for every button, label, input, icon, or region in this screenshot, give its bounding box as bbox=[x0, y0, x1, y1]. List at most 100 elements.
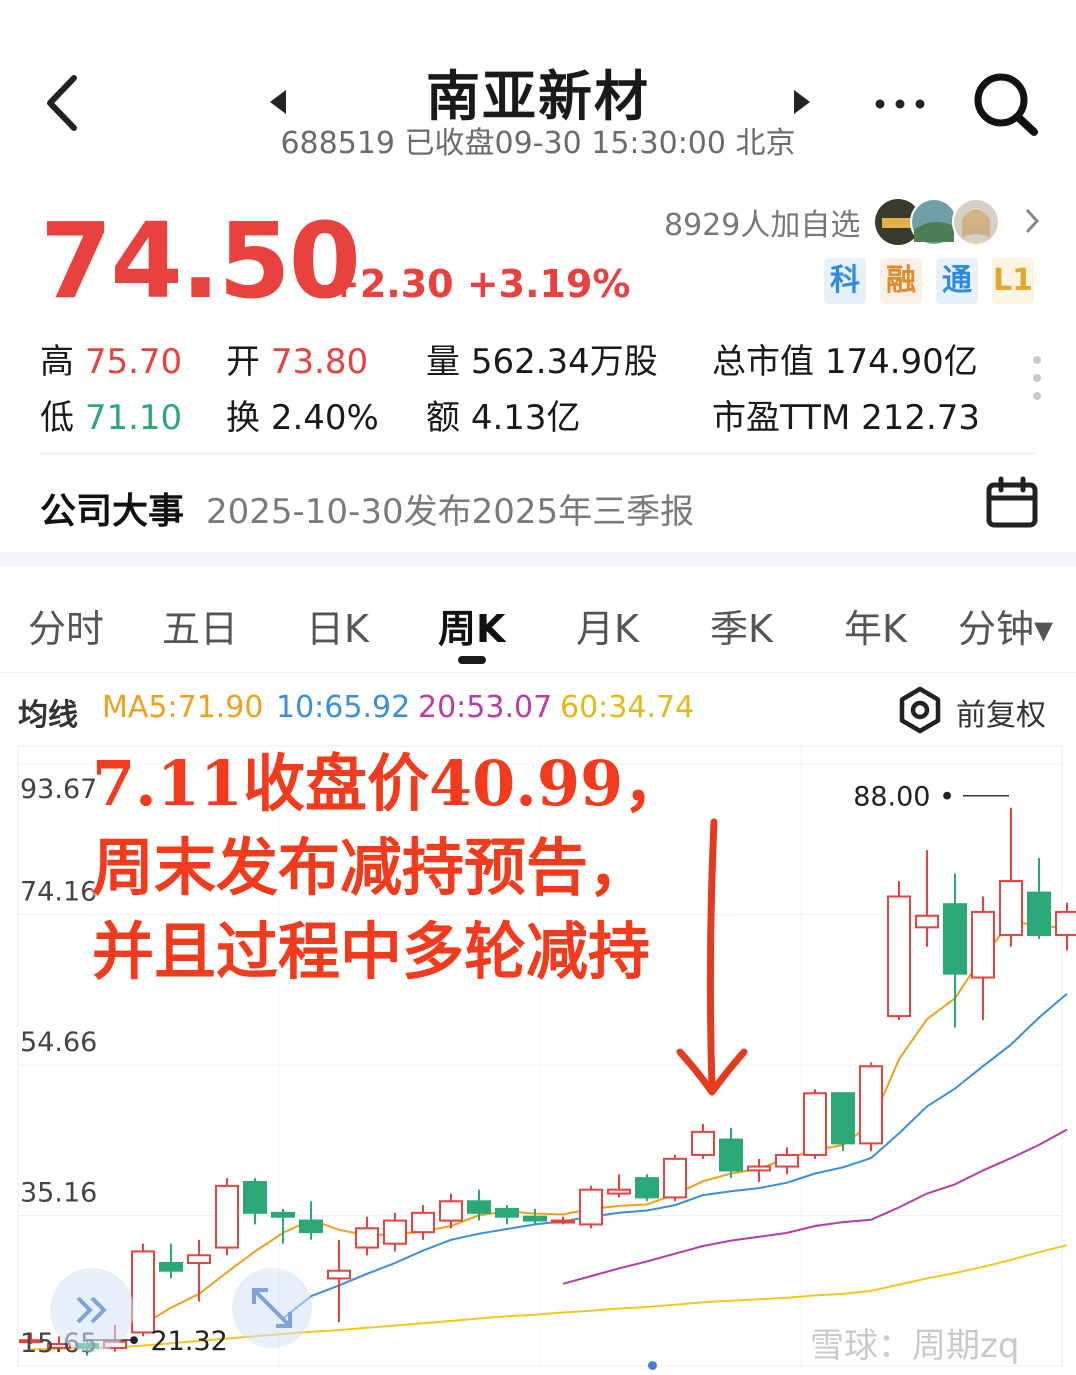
ma10-value: 10:65.92 bbox=[276, 690, 411, 725]
candle-up bbox=[187, 1254, 211, 1264]
tab-quarterly-k[interactable]: 季K bbox=[710, 598, 773, 653]
annotation-line-1: 7.11收盘价40.99， bbox=[92, 747, 686, 820]
tab-monthly-k[interactable]: 月K bbox=[576, 598, 639, 653]
candle-up bbox=[411, 1211, 435, 1234]
candle-up bbox=[215, 1184, 239, 1249]
search-icon[interactable] bbox=[970, 70, 1042, 140]
scroll-left-button[interactable] bbox=[50, 1268, 134, 1352]
watchlist-count[interactable]: 8929人加自选 bbox=[664, 200, 860, 244]
current-price: 74.50 bbox=[40, 200, 361, 322]
candle-up bbox=[607, 1188, 631, 1195]
calendar-icon[interactable] bbox=[984, 476, 1040, 530]
expand-dots-icon[interactable] bbox=[1030, 352, 1044, 408]
candle-down bbox=[523, 1215, 547, 1222]
stat-pe-value: 212.73 bbox=[861, 398, 981, 438]
stat-volume-label: 量 bbox=[426, 342, 460, 382]
candle-up bbox=[355, 1227, 379, 1249]
next-stock-icon[interactable] bbox=[790, 88, 814, 116]
candle-up bbox=[775, 1153, 799, 1168]
candle-up bbox=[915, 914, 939, 929]
candle-up bbox=[999, 880, 1023, 937]
tab-five-day[interactable]: 五日 bbox=[162, 598, 238, 653]
stat-turnover: 换 2.40% bbox=[226, 390, 379, 439]
badge-star-market: 科 bbox=[824, 258, 866, 304]
candle-up bbox=[579, 1188, 603, 1226]
price-change: +2.30 +3.19% bbox=[328, 262, 631, 306]
candle-down bbox=[719, 1138, 743, 1172]
candle-up bbox=[131, 1250, 155, 1334]
stat-high: 高 75.70 bbox=[40, 334, 182, 383]
candle-up bbox=[971, 910, 995, 979]
candle-down bbox=[243, 1180, 267, 1214]
stat-pe-ttm: 市盈TTM 212.73 bbox=[712, 390, 980, 439]
candle-up bbox=[691, 1130, 715, 1156]
tab-minute[interactable]: 分钟▾ bbox=[958, 598, 1053, 653]
candle-down bbox=[299, 1219, 323, 1234]
candle-up bbox=[327, 1269, 351, 1280]
ma5-value: MA5:71.90 bbox=[102, 690, 264, 725]
page-indicator-dot bbox=[648, 1361, 657, 1370]
candle-down bbox=[831, 1092, 855, 1145]
y-tick-label: 93.67 bbox=[20, 774, 97, 805]
stat-high-label: 高 bbox=[40, 342, 74, 382]
annotation-arrow bbox=[676, 818, 748, 1096]
stat-open-label: 开 bbox=[226, 342, 260, 382]
settings-icon[interactable] bbox=[896, 686, 944, 734]
stat-turnover-label: 换 bbox=[226, 398, 260, 438]
stat-mktcap-value: 174.90亿 bbox=[824, 342, 978, 382]
candle-up bbox=[859, 1065, 883, 1145]
expand-icon bbox=[252, 1288, 292, 1328]
follower-avatars[interactable] bbox=[872, 196, 1012, 248]
stat-amount: 额 4.13亿 bbox=[426, 390, 581, 439]
candle-up bbox=[1055, 910, 1076, 937]
stat-turnover-value: 2.40% bbox=[270, 398, 379, 438]
price-adjust-toggle[interactable]: 前复权 bbox=[956, 690, 1046, 734]
candle-up bbox=[551, 1219, 575, 1224]
divider bbox=[40, 453, 1036, 454]
stat-open: 开 73.80 bbox=[226, 334, 368, 383]
stat-volume-value: 562.34万股 bbox=[470, 342, 658, 382]
candle-up bbox=[747, 1165, 771, 1172]
stat-high-value: 75.70 bbox=[84, 342, 183, 382]
stat-open-value: 73.80 bbox=[270, 342, 369, 382]
stat-volume: 量 562.34万股 bbox=[426, 334, 658, 383]
active-tab-indicator bbox=[458, 656, 486, 664]
ma-legend-title[interactable]: 均线 bbox=[18, 690, 78, 734]
annotation-line-3: 并且过程中多轮减持 bbox=[92, 915, 651, 988]
tab-daily-k[interactable]: 日K bbox=[306, 598, 369, 653]
candle-up bbox=[663, 1157, 687, 1199]
y-tick-label: 74.16 bbox=[20, 877, 97, 908]
candle-up bbox=[383, 1219, 407, 1245]
prev-stock-icon[interactable] bbox=[266, 88, 290, 116]
event-label[interactable]: 公司大事 bbox=[40, 482, 184, 534]
candle-down bbox=[635, 1177, 659, 1199]
stat-mktcap-label: 总市值 bbox=[712, 342, 814, 382]
candle-down bbox=[159, 1261, 183, 1272]
tab-yearly-k[interactable]: 年K bbox=[844, 598, 907, 653]
stat-amount-label: 额 bbox=[426, 398, 460, 438]
candle-down bbox=[271, 1211, 295, 1218]
candle-down bbox=[495, 1207, 519, 1218]
event-text[interactable]: 2025-10-30发布2025年三季报 bbox=[206, 484, 694, 533]
stat-low-value: 71.10 bbox=[84, 398, 183, 438]
stat-low: 低 71.10 bbox=[40, 390, 182, 439]
tab-weekly-k[interactable]: 周K bbox=[438, 598, 505, 653]
divider bbox=[0, 672, 1076, 673]
ma20-value: 20:53.07 bbox=[418, 690, 553, 725]
candle-down bbox=[943, 903, 967, 975]
annotation-line-2: 周末发布减持预告， bbox=[92, 831, 651, 904]
double-chevron-icon bbox=[76, 1296, 107, 1324]
candle-down bbox=[1027, 891, 1051, 937]
fullscreen-button[interactable] bbox=[232, 1268, 312, 1348]
section-separator bbox=[0, 552, 1076, 566]
chart-annotation: 7.11收盘价40.99， 周末发布减持预告， 并且过程中多轮减持 bbox=[92, 742, 685, 994]
stat-pe-label: 市盈TTM bbox=[712, 398, 851, 438]
stat-market-cap: 总市值 174.90亿 bbox=[712, 334, 978, 383]
candle-up bbox=[439, 1200, 463, 1222]
candle-up bbox=[887, 895, 911, 1018]
tab-intraday[interactable]: 分时 bbox=[28, 598, 104, 653]
y-tick-label: 54.66 bbox=[20, 1027, 97, 1058]
chevron-right-icon[interactable] bbox=[1022, 206, 1042, 244]
more-icon[interactable] bbox=[872, 82, 928, 132]
ma60-value: 60:34.74 bbox=[560, 690, 695, 725]
